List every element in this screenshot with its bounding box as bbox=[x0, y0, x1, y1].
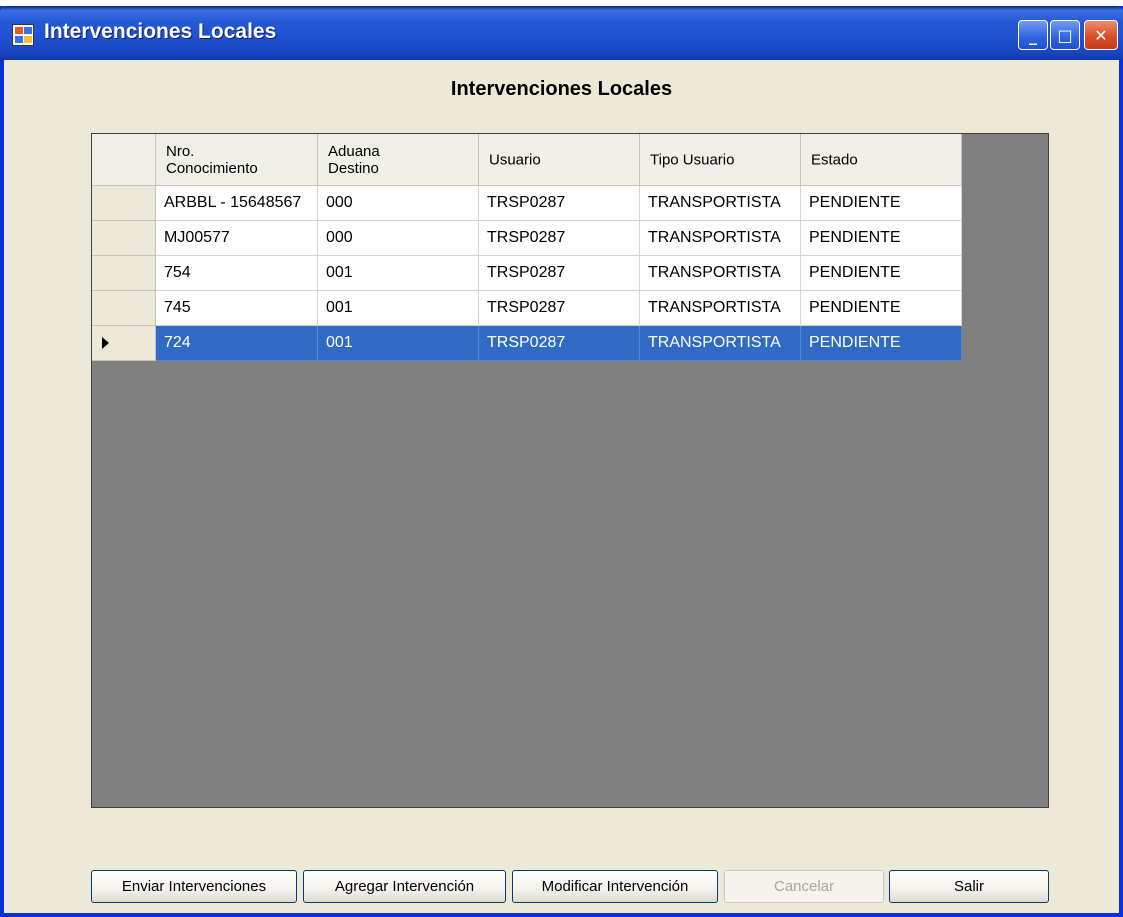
maximize-button[interactable]: □ bbox=[1050, 20, 1080, 50]
table-row[interactable]: MJ00577 000 TRSP0287 TRANSPORTISTA PENDI… bbox=[156, 221, 1026, 256]
window-title: Intervenciones Locales bbox=[44, 20, 277, 43]
minimize-button[interactable]: _ bbox=[1018, 20, 1048, 50]
cell-nro-conocimiento[interactable]: 724 bbox=[156, 326, 318, 361]
cell-tipo-usuario[interactable]: TRANSPORTISTA bbox=[640, 291, 801, 326]
cell-nro-conocimiento[interactable]: ARBBL - 15648567 bbox=[156, 186, 318, 221]
cell-aduana-destino[interactable]: 000 bbox=[318, 186, 479, 221]
cell-tipo-usuario[interactable]: TRANSPORTISTA bbox=[640, 256, 801, 291]
column-header-label: Usuario bbox=[489, 151, 541, 168]
agregar-intervencion-button[interactable]: Agregar Intervención bbox=[303, 870, 506, 903]
row-header[interactable] bbox=[92, 291, 156, 326]
modificar-intervencion-button[interactable]: Modificar Intervención bbox=[512, 870, 718, 903]
cell-estado[interactable]: PENDIENTE bbox=[801, 326, 962, 361]
cell-usuario[interactable]: TRSP0287 bbox=[479, 256, 640, 291]
cell-nro-conocimiento[interactable]: 754 bbox=[156, 256, 318, 291]
cell-estado[interactable]: PENDIENTE bbox=[801, 291, 962, 326]
column-header-aduana-destino[interactable]: Aduana Destino bbox=[318, 134, 479, 186]
cell-nro-conocimiento[interactable]: 745 bbox=[156, 291, 318, 326]
cell-estado[interactable]: PENDIENTE bbox=[801, 186, 962, 221]
cell-aduana-destino[interactable]: 001 bbox=[318, 291, 479, 326]
row-header[interactable] bbox=[92, 221, 156, 256]
column-header-label: Estado bbox=[811, 151, 858, 168]
page-heading: Intervenciones Locales bbox=[450, 78, 673, 100]
cancelar-button: Cancelar bbox=[724, 870, 884, 903]
cell-tipo-usuario[interactable]: TRANSPORTISTA bbox=[640, 221, 801, 256]
cell-usuario[interactable]: TRSP0287 bbox=[479, 186, 640, 221]
row-header[interactable] bbox=[92, 186, 156, 221]
row-header-current[interactable] bbox=[92, 326, 156, 361]
table-row[interactable]: 754 001 TRSP0287 TRANSPORTISTA PENDIENTE bbox=[156, 256, 1026, 291]
column-header-estado[interactable]: Estado bbox=[801, 134, 962, 186]
table-row-selected[interactable]: 724 001 TRSP0287 TRANSPORTISTA PENDIENTE bbox=[156, 326, 1026, 361]
cell-nro-conocimiento[interactable]: MJ00577 bbox=[156, 221, 318, 256]
cell-aduana-destino[interactable]: 001 bbox=[318, 256, 479, 291]
table-row[interactable]: ARBBL - 15648567 000 TRSP0287 TRANSPORTI… bbox=[156, 186, 1026, 221]
grid-corner-header[interactable] bbox=[92, 134, 156, 186]
column-header-label: Tipo Usuario bbox=[650, 151, 735, 168]
table-row[interactable]: 745 001 TRSP0287 TRANSPORTISTA PENDIENTE bbox=[156, 291, 1026, 326]
column-header-usuario[interactable]: Usuario bbox=[479, 134, 640, 186]
row-header[interactable] bbox=[92, 256, 156, 291]
title-bar[interactable]: Intervenciones Locales _ □ ✕ bbox=[0, 6, 1123, 60]
salir-button[interactable]: Salir bbox=[889, 870, 1049, 903]
cell-estado[interactable]: PENDIENTE bbox=[801, 256, 962, 291]
cell-usuario[interactable]: TRSP0287 bbox=[479, 326, 640, 361]
cell-tipo-usuario[interactable]: TRANSPORTISTA bbox=[640, 326, 801, 361]
cell-tipo-usuario[interactable]: TRANSPORTISTA bbox=[640, 186, 801, 221]
cell-usuario[interactable]: TRSP0287 bbox=[479, 221, 640, 256]
column-header-tipo-usuario[interactable]: Tipo Usuario bbox=[640, 134, 801, 186]
column-header-nro-conocimiento[interactable]: Nro. Conocimiento bbox=[156, 134, 318, 186]
app-icon bbox=[12, 24, 34, 46]
interventions-grid[interactable]: Nro. Conocimiento Aduana Destino Usuario… bbox=[91, 133, 1049, 808]
cell-estado[interactable]: PENDIENTE bbox=[801, 221, 962, 256]
enviar-intervenciones-button[interactable]: Enviar Intervenciones bbox=[91, 870, 297, 903]
cell-aduana-destino[interactable]: 001 bbox=[318, 326, 479, 361]
close-button[interactable]: ✕ bbox=[1084, 20, 1118, 50]
column-header-label: Aduana Destino bbox=[328, 142, 380, 177]
cell-usuario[interactable]: TRSP0287 bbox=[479, 291, 640, 326]
column-header-label: Nro. Conocimiento bbox=[166, 142, 258, 177]
cell-aduana-destino[interactable]: 000 bbox=[318, 221, 479, 256]
current-row-arrow-icon bbox=[102, 337, 109, 349]
